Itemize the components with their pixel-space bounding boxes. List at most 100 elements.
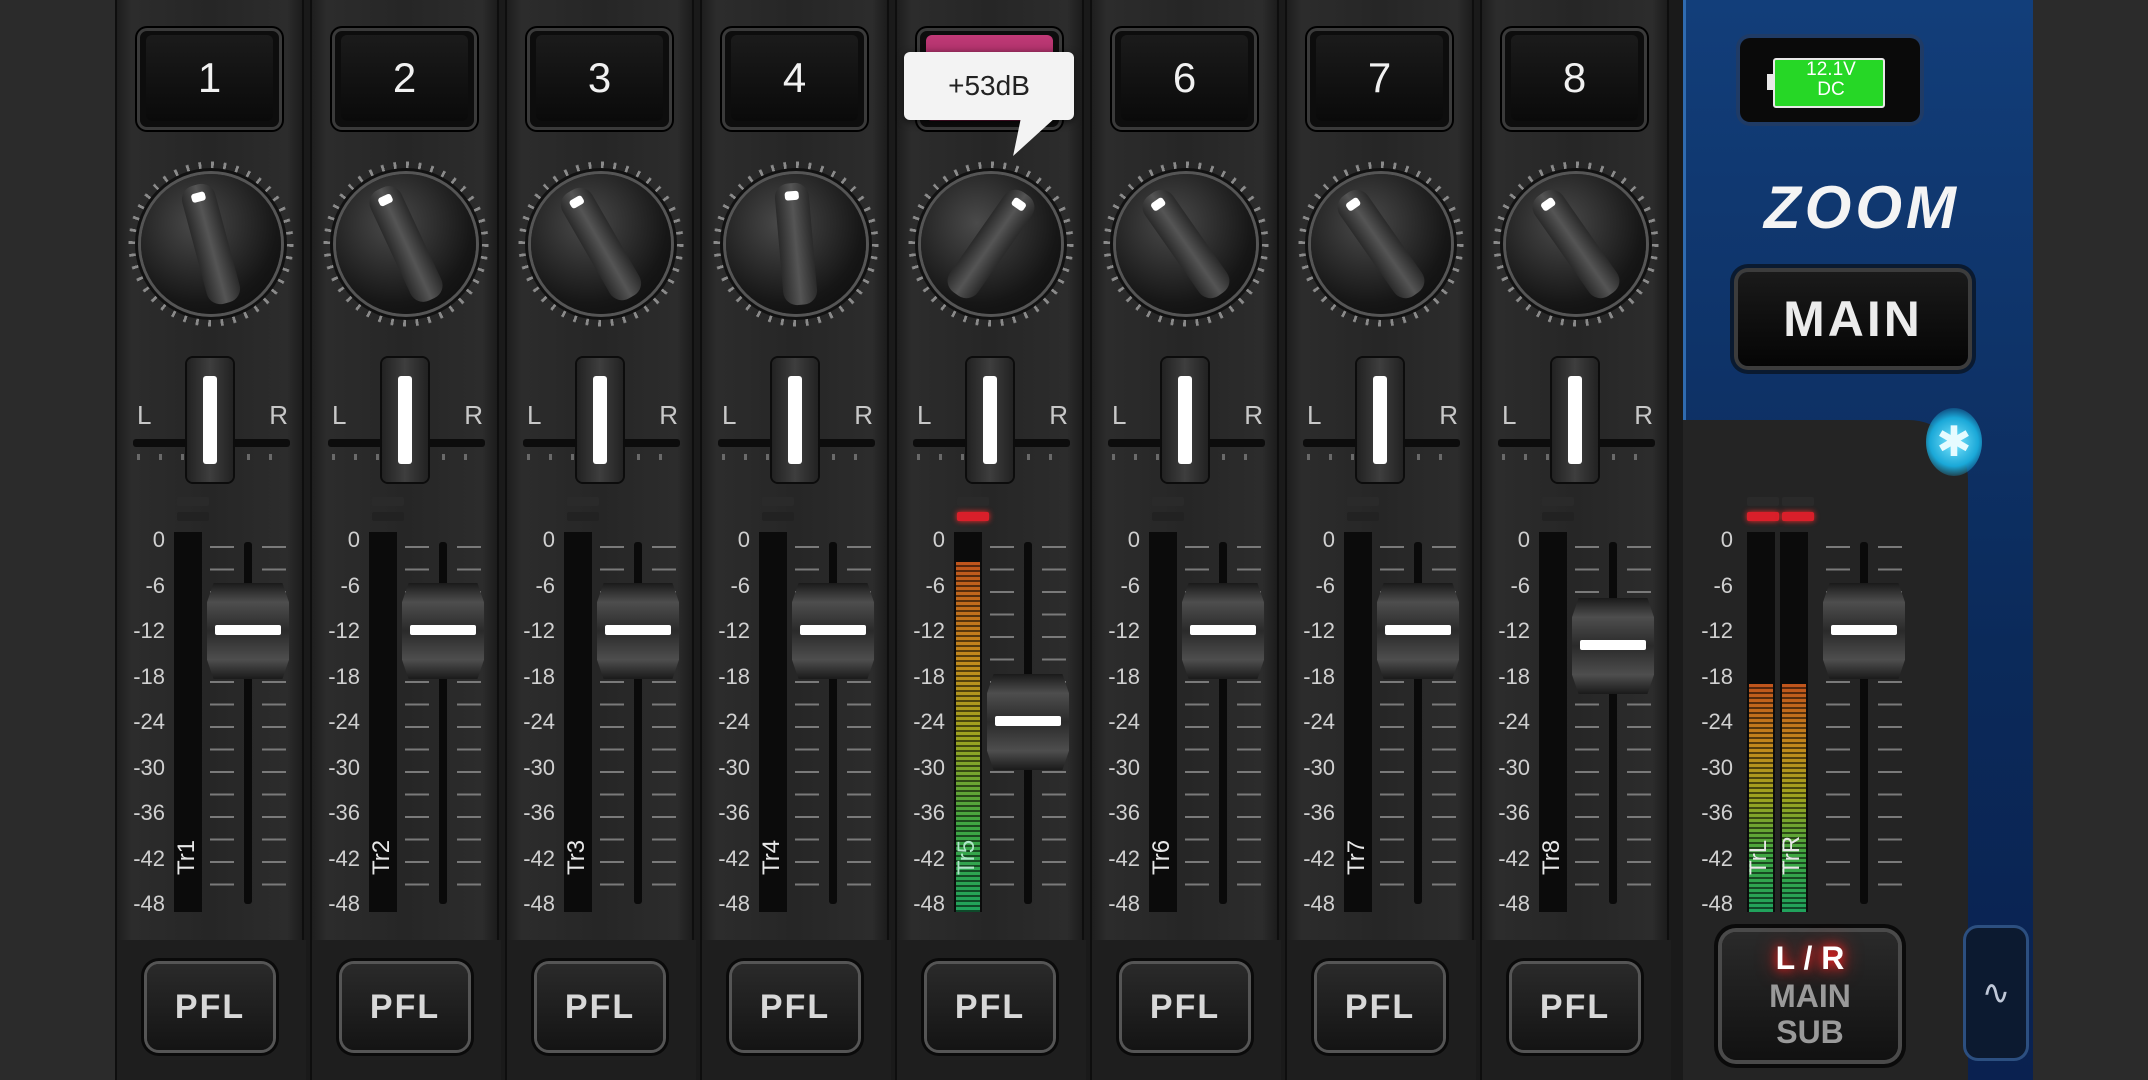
gain-knob[interactable]	[322, 160, 490, 328]
scale-label: -6	[535, 572, 555, 598]
pan-slider[interactable]: L R	[507, 350, 696, 490]
pan-handle[interactable]	[577, 358, 623, 482]
channel-name-button[interactable]: 7	[1307, 28, 1452, 130]
gain-knob[interactable]	[1297, 160, 1465, 328]
master-fader[interactable]	[1823, 583, 1905, 679]
clip-indicator	[1152, 497, 1184, 506]
pfl-button[interactable]: PFL	[537, 964, 663, 1050]
channel-strip-3: 3 L R Tr3 PFL 0 -6 -12 -18 -24 -30 -36 -42 -48	[505, 0, 696, 1080]
scale-label: -30	[1303, 754, 1335, 780]
pan-slider[interactable]: L R	[1287, 350, 1476, 490]
pan-slider[interactable]: L R	[702, 350, 891, 490]
channel-strip-6: 6 L R Tr6 PFL 0 -6 -12 -18 -24 -30 -36 -42 -48	[1090, 0, 1281, 1080]
pan-handle[interactable]	[772, 358, 818, 482]
gain-knob[interactable]	[712, 160, 880, 328]
track-label: Tr1	[173, 839, 200, 875]
channel-name-button[interactable]: 1	[137, 28, 282, 130]
pfl-button[interactable]: PFL	[1122, 964, 1248, 1050]
knob-pointer	[1332, 184, 1430, 304]
pan-slider[interactable]: L R	[897, 350, 1086, 490]
channel-name-button[interactable]: 8	[1502, 28, 1647, 130]
bluetooth-icon[interactable]: ✱	[1926, 408, 1982, 476]
clip-indicator	[1152, 512, 1184, 521]
channel-fader[interactable]	[792, 583, 874, 679]
knob-pointer	[555, 182, 647, 306]
channel-name-button[interactable]: 6	[1112, 28, 1257, 130]
pan-left-label: L	[722, 400, 737, 430]
scale-label: 0	[932, 527, 945, 552]
zoom-logo: ZOOM	[1764, 174, 1960, 241]
channel-name-button[interactable]: 2	[332, 28, 477, 130]
scale-label: -30	[1108, 754, 1140, 780]
channel-fader[interactable]	[402, 583, 484, 679]
scale-label: -42	[328, 845, 360, 871]
pfl-button[interactable]: PFL	[342, 964, 468, 1050]
scale-label: 0	[1322, 527, 1335, 552]
channel-fader[interactable]	[1572, 598, 1654, 694]
scale-label: -12	[1498, 618, 1530, 643]
channel-strip-7: 7 L R Tr7 PFL 0 -6 -12 -18 -24 -30 -36 -42 -48	[1285, 0, 1476, 1080]
scale-label: -42	[133, 845, 165, 871]
pan-slider[interactable]: L R	[1092, 350, 1281, 490]
gain-knob[interactable]	[1102, 160, 1270, 328]
track-label: Tr8	[1538, 839, 1565, 875]
pan-left-label: L	[1307, 400, 1322, 430]
scale-label: 0	[1720, 527, 1733, 552]
scale-label: -42	[1303, 845, 1335, 871]
gain-knob[interactable]	[517, 160, 685, 328]
scale-label: 0	[152, 527, 165, 552]
pfl-button[interactable]: PFL	[732, 964, 858, 1050]
scale-label: -36	[718, 800, 750, 825]
track-label: Tr4	[758, 839, 785, 875]
pan-handle[interactable]	[382, 358, 428, 482]
main-button[interactable]: MAIN	[1738, 272, 1968, 366]
scale-label: -48	[133, 891, 165, 916]
scale-label: -24	[913, 709, 945, 734]
channel-fader[interactable]	[207, 583, 289, 679]
scale-label: -42	[523, 845, 555, 871]
track-label: Tr3	[563, 839, 590, 875]
channel-strip-5: L R Tr5 PFL 0 -6 -12 -18 -24 -30 -36 -42 -48	[895, 0, 1086, 1080]
pan-slider[interactable]: L R	[1482, 350, 1671, 490]
pan-handle[interactable]	[1162, 358, 1208, 482]
knob-pointer	[942, 184, 1040, 304]
pan-left-label: L	[332, 400, 347, 430]
pfl-button[interactable]: PFL	[927, 964, 1053, 1050]
clip-indicator	[567, 497, 599, 506]
pan-slider[interactable]: L R	[312, 350, 501, 490]
pan-right-label: R	[1439, 400, 1458, 430]
gain-knob[interactable]	[127, 160, 295, 328]
channel-name-button[interactable]: 4	[722, 28, 867, 130]
channel-fader[interactable]	[1377, 583, 1459, 679]
clip-indicator	[372, 497, 404, 506]
scale-label: -30	[913, 754, 945, 780]
channel-fader[interactable]	[597, 583, 679, 679]
clip-indicator	[372, 512, 404, 521]
pan-left-label: L	[137, 400, 152, 430]
channel-fader[interactable]	[987, 674, 1069, 770]
pan-handle[interactable]	[967, 358, 1013, 482]
pan-handle[interactable]	[1552, 358, 1598, 482]
sub-label: SUB	[1776, 1014, 1844, 1050]
knob-body	[921, 174, 1061, 314]
knob-pointer	[773, 181, 819, 307]
clip-indicator	[1347, 512, 1379, 521]
pan-handle[interactable]	[187, 358, 233, 482]
pan-slider[interactable]: L R	[117, 350, 306, 490]
waveform-icon[interactable]: ∿	[1966, 928, 2026, 1058]
channel-name-button[interactable]: 3	[527, 28, 672, 130]
scale-label: -24	[523, 709, 555, 734]
scale-label: -42	[1108, 845, 1140, 871]
gain-knob[interactable]	[1492, 160, 1660, 328]
pfl-button[interactable]: PFL	[147, 964, 273, 1050]
pfl-button[interactable]: PFL	[1317, 964, 1443, 1050]
pan-left-label: L	[1502, 400, 1517, 430]
gain-knob[interactable]	[907, 160, 1075, 328]
pfl-button[interactable]: PFL	[1512, 964, 1638, 1050]
pan-handle[interactable]	[1357, 358, 1403, 482]
lr-main-sub-button[interactable]: L / R MAIN SUB	[1722, 932, 1898, 1060]
clip-indicator	[762, 497, 794, 506]
scale-label: -30	[133, 754, 165, 780]
scale-label: 0	[1127, 527, 1140, 552]
channel-fader[interactable]	[1182, 583, 1264, 679]
